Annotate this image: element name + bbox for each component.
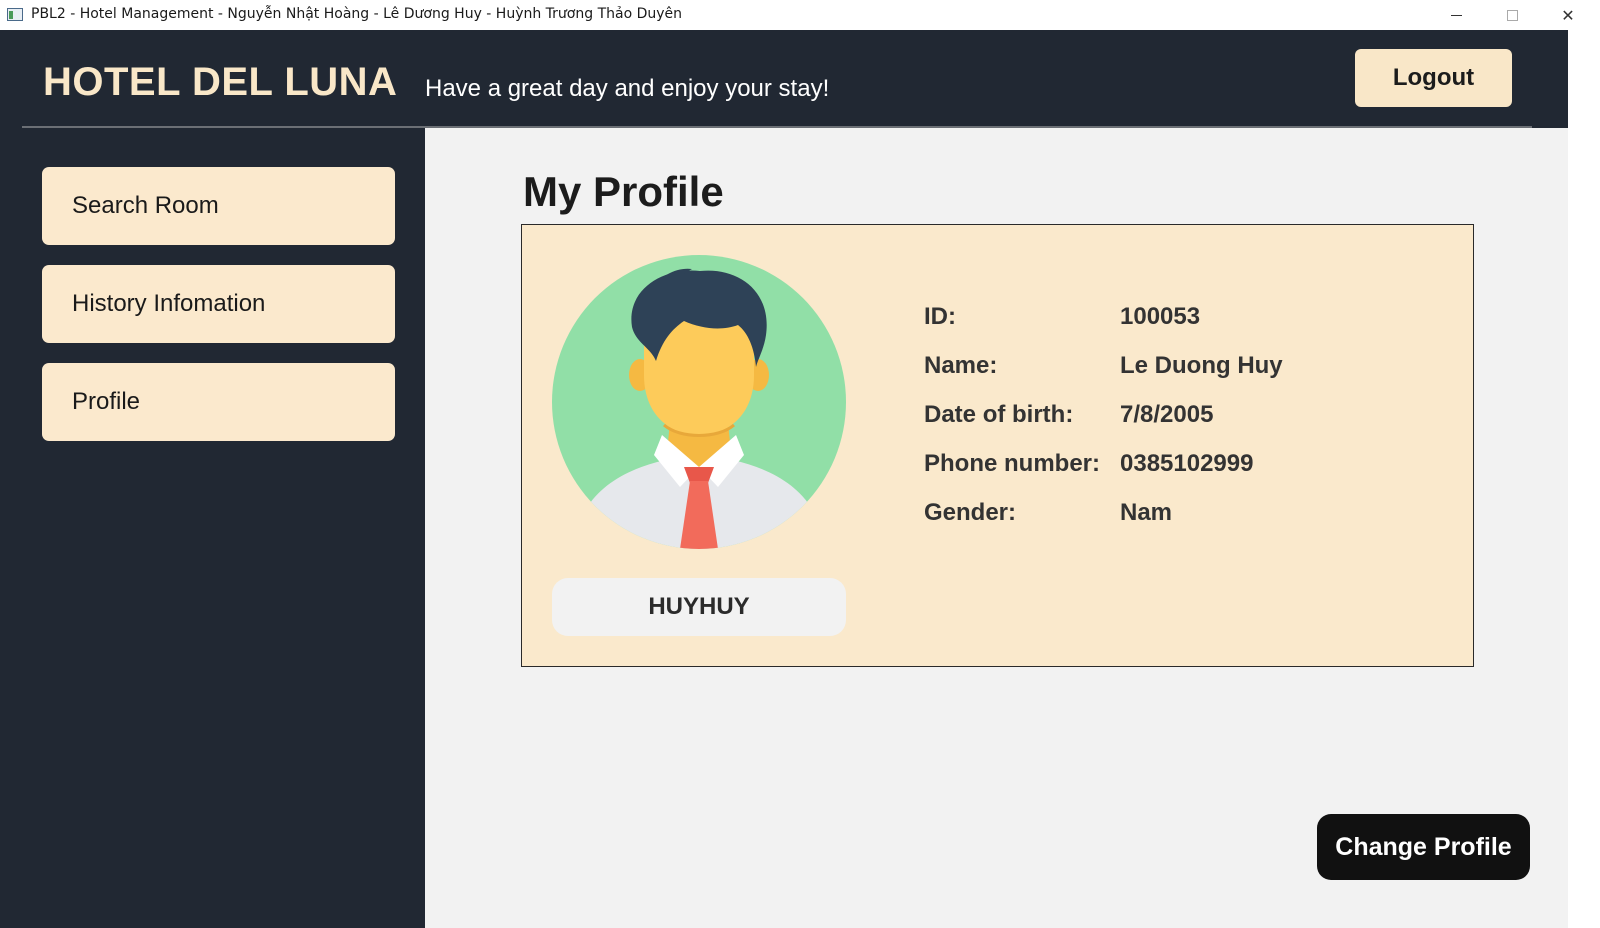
profile-card: HUYHUY ID: 100053 Name: Le Duong Huy Dat…: [521, 224, 1474, 667]
brand-title: HOTEL DEL LUNA: [43, 60, 398, 104]
username-badge: HUYHUY: [552, 578, 846, 636]
change-profile-button[interactable]: Change Profile: [1317, 814, 1530, 880]
name-value: Le Duong Huy: [1120, 352, 1283, 379]
logout-button[interactable]: Logout: [1355, 49, 1512, 107]
date-of-birth-value: 7/8/2005: [1120, 401, 1214, 428]
window-title: PBL2 - Hotel Management - Nguyễn Nhật Ho…: [31, 6, 683, 22]
name-label: Name:: [924, 352, 998, 379]
user-avatar-icon: [552, 255, 846, 549]
sidebar-item-history-information[interactable]: History Infomation: [42, 265, 395, 343]
header-tagline: Have a great day and enjoy your stay!: [425, 75, 830, 102]
close-icon: ✕: [1561, 5, 1575, 25]
maximize-button[interactable]: [1484, 0, 1540, 30]
sidebar-item-label: History Infomation: [72, 290, 266, 317]
id-label: ID:: [924, 303, 956, 330]
app-window-icon: [7, 8, 23, 21]
maximize-icon: [1506, 9, 1518, 21]
phone-number-label: Phone number:: [924, 450, 1101, 477]
page-title: My Profile: [523, 168, 724, 215]
gender-value: Nam: [1120, 499, 1173, 526]
date-of-birth-label: Date of birth:: [924, 401, 1074, 428]
sidebar-item-label: Profile: [72, 388, 141, 415]
gender-label: Gender:: [924, 499, 1017, 526]
sidebar-item-profile[interactable]: Profile: [42, 363, 395, 441]
sidebar-item-label: Search Room: [72, 192, 219, 219]
header-divider: [22, 126, 1532, 128]
sidebar-item-search-room[interactable]: Search Room: [42, 167, 395, 245]
close-button[interactable]: ✕: [1540, 0, 1596, 30]
id-value: 100053: [1120, 303, 1201, 330]
window-title-bar: PBL2 - Hotel Management - Nguyễn Nhật Ho…: [0, 0, 1600, 30]
minimize-icon: [1450, 14, 1462, 16]
window-right-edge: [1568, 30, 1600, 928]
phone-number-value: 0385102999: [1120, 450, 1254, 477]
minimize-button[interactable]: [1428, 0, 1484, 30]
sidebar: [0, 30, 425, 928]
